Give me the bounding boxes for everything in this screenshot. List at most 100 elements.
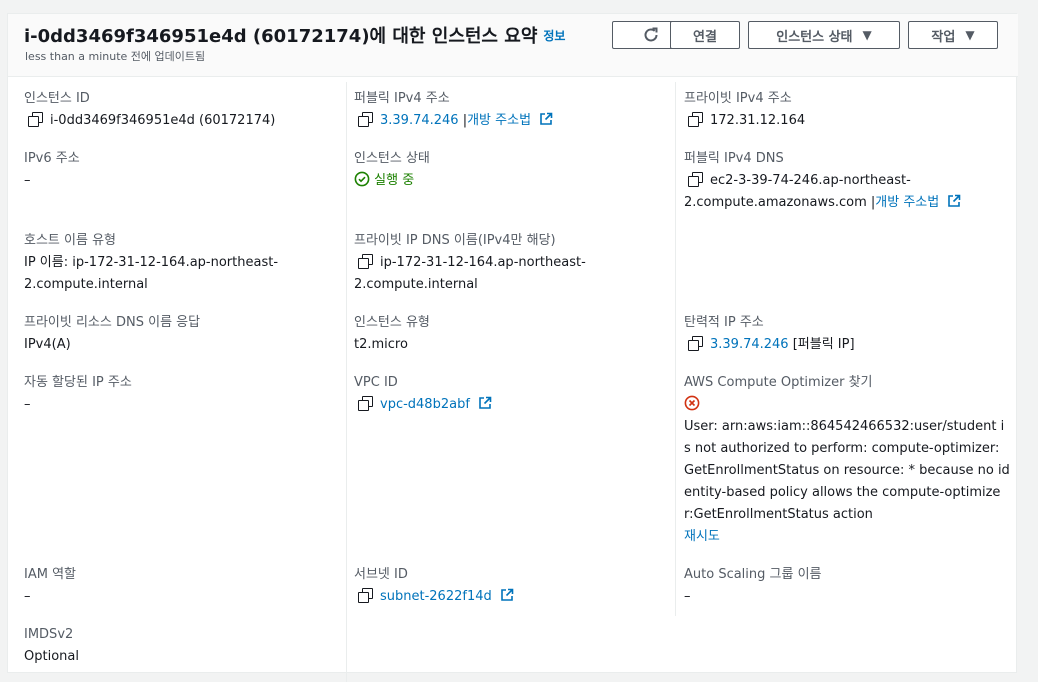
subnet-id-field: 서브넷 ID subnet-2622f14d (354, 564, 676, 608)
error-icon (684, 395, 700, 411)
field-value: ip-172-31-12-164.ap-northeast- (354, 252, 676, 274)
page-title: i-0dd3469f346951e4d (60172174)에 대한 인스턴스 … (24, 22, 565, 48)
vpc-id-link[interactable]: vpc-d48b2abf (380, 397, 470, 412)
private-dns-line2: 2.compute.internal (354, 277, 478, 292)
field-label: 호스트 이름 유형 (24, 233, 116, 248)
private-dns-line1: ip-172-31-12-164.ap-northeast- (380, 255, 586, 270)
field-label: 퍼블릭 IPv4 DNS (684, 151, 784, 166)
copy-icon[interactable] (358, 588, 373, 603)
imdsv2-value: Optional (24, 649, 79, 664)
actions-label: 작업 (931, 29, 956, 45)
instance-state-dropdown[interactable]: 인스턴스 상태 ▼ (748, 21, 900, 49)
error-message-line: User: arn:aws:iam::864542466532:user/stu… (684, 419, 1005, 434)
info-link[interactable]: 정보 (543, 29, 565, 43)
hostname-type-field: 호스트 이름 유형 IP 이름: ip-172-31-12-164.ap-nor… (24, 230, 346, 296)
iam-role-field: IAM 역할 – (24, 564, 346, 608)
connect-button-label: 연결 (693, 29, 717, 45)
hostname-type-line1: IP 이름: ip-172-31-12-164.ap-northeast- (24, 255, 279, 270)
public-dns-line2: 2.compute.amazonaws.com (684, 195, 867, 210)
separator: | (458, 113, 468, 128)
vpc-id-field: VPC ID vpc-d48b2abf (354, 372, 676, 416)
instance-type-value: t2.micro (354, 337, 408, 352)
field-label: 프라이빗 IPv4 주소 (684, 91, 792, 106)
instance-state-label: 인스턴스 상태 (776, 29, 853, 45)
actions-dropdown[interactable]: 작업 ▼ (908, 21, 998, 49)
copy-icon[interactable] (688, 172, 703, 187)
field-label: Auto Scaling 그룹 이름 (684, 567, 822, 582)
public-ipv4-value[interactable]: 3.39.74.246 (380, 113, 459, 128)
field-label: IPv6 주소 (24, 151, 80, 166)
public-ipv4-field: 퍼블릭 IPv4 주소 3.39.74.246 |개방 주소법 (354, 88, 676, 132)
elastic-ip-suffix: [퍼블릭 IP] (788, 337, 855, 352)
retry-link[interactable]: 재시도 (684, 526, 1006, 548)
field-label: AWS Compute Optimizer 찾기 (684, 375, 873, 390)
field-label: 서브넷 ID (354, 567, 408, 582)
open-address-link[interactable]: 개방 주소법 (875, 195, 939, 210)
subnet-id-link[interactable]: subnet-2622f14d (380, 589, 492, 604)
elastic-ip-field: 탄력적 IP 주소 3.39.74.246 [퍼블릭 IP] (684, 312, 1006, 356)
private-ip-dns-field: 프라이빗 IP DNS 이름(IPv4만 해당) ip-172-31-12-16… (354, 230, 676, 296)
check-circle-icon (354, 171, 370, 187)
field-label: 자동 할당된 IP 주소 (24, 375, 132, 390)
elastic-ip-value[interactable]: 3.39.74.246 (710, 337, 789, 352)
column-divider (346, 82, 347, 682)
field-value (684, 394, 1006, 416)
field-value: vpc-d48b2abf (354, 394, 676, 416)
private-ipv4-field: 프라이빗 IPv4 주소 172.31.12.164 (684, 88, 1006, 132)
caret-down-icon: ▼ (862, 28, 872, 42)
copy-icon[interactable] (28, 112, 43, 127)
copy-icon[interactable] (358, 396, 373, 411)
public-dns-line1: ec2-3-39-74-246.ap-northeast- (710, 173, 911, 188)
field-label: 인스턴스 ID (24, 91, 90, 106)
private-resource-dns-value: IPv4(A) (24, 337, 71, 352)
auto-scaling-value: – (684, 589, 691, 604)
open-address-link[interactable]: 개방 주소법 (467, 113, 531, 128)
field-value: i-0dd3469f346951e4d (60172174) (24, 110, 346, 132)
hostname-type-line2: 2.compute.internal (24, 277, 148, 292)
instance-id-value: i-0dd3469f346951e4d (60172174) (50, 113, 276, 128)
compute-optimizer-field: AWS Compute Optimizer 찾기 User: arn:aws:i… (684, 372, 1010, 548)
instance-id-field: 인스턴스 ID i-0dd3469f346951e4d (60172174) (24, 88, 346, 132)
caret-down-icon: ▼ (965, 28, 975, 42)
field-label: 프라이빗 IP DNS 이름(IPv4만 해당) (354, 233, 556, 248)
refresh-icon (644, 27, 658, 42)
connect-button[interactable]: 연결 (670, 21, 740, 49)
auto-assigned-ip-value: – (24, 397, 31, 412)
summary-header: i-0dd3469f346951e4d (60172174)에 대한 인스턴스 … (8, 14, 1018, 77)
field-label: 인스턴스 상태 (354, 151, 430, 166)
field-value: subnet-2622f14d (354, 586, 676, 608)
private-resource-dns-field: 프라이빗 리소스 DNS 이름 응답 IPv4(A) (24, 312, 346, 356)
field-value: ec2-3-39-74-246.ap-northeast- (684, 170, 1006, 192)
copy-icon[interactable] (688, 336, 703, 351)
error-message-line: s not authorized to perform: compute-opt… (684, 441, 1000, 456)
error-message-line: entity-based policy allows the compute-o… (684, 485, 1001, 500)
external-link-icon[interactable] (947, 194, 961, 208)
copy-icon[interactable] (358, 112, 373, 127)
field-label: 퍼블릭 IPv4 주소 (354, 91, 450, 106)
field-label: IMDSv2 (24, 627, 74, 642)
public-ipv4-dns-field: 퍼블릭 IPv4 DNS ec2-3-39-74-246.ap-northeas… (684, 148, 1006, 214)
field-value: 172.31.12.164 (684, 110, 1006, 132)
field-value: 3.39.74.246 |개방 주소법 (354, 110, 676, 132)
copy-icon[interactable] (688, 112, 703, 127)
iam-role-value: – (24, 589, 31, 604)
field-value: 2.compute.amazonaws.com |개방 주소법 (684, 192, 1006, 214)
field-label: IAM 역할 (24, 567, 76, 582)
external-link-icon[interactable] (500, 588, 514, 602)
field-label: 인스턴스 유형 (354, 315, 430, 330)
external-link-icon[interactable] (478, 396, 492, 410)
private-ipv4-value: 172.31.12.164 (710, 113, 806, 128)
field-label: VPC ID (354, 375, 398, 390)
copy-icon[interactable] (358, 254, 373, 269)
external-link-icon[interactable] (539, 112, 553, 126)
auto-assigned-ip-field: 자동 할당된 IP 주소 – (24, 372, 346, 416)
field-value: 실행 중 (354, 170, 676, 192)
error-message-line: r:GetEnrollmentStatus action (684, 507, 873, 522)
ipv6-field: IPv6 주소 – (24, 148, 346, 192)
instance-state-field: 인스턴스 상태 실행 중 (354, 148, 676, 192)
auto-scaling-field: Auto Scaling 그룹 이름 – (684, 564, 1006, 608)
field-label: 탄력적 IP 주소 (684, 315, 764, 330)
page-title-text: i-0dd3469f346951e4d (60172174)에 대한 인스턴스 … (24, 26, 538, 47)
instance-summary-panel: i-0dd3469f346951e4d (60172174)에 대한 인스턴스 … (7, 13, 1018, 682)
field-label: 프라이빗 리소스 DNS 이름 응답 (24, 315, 201, 330)
